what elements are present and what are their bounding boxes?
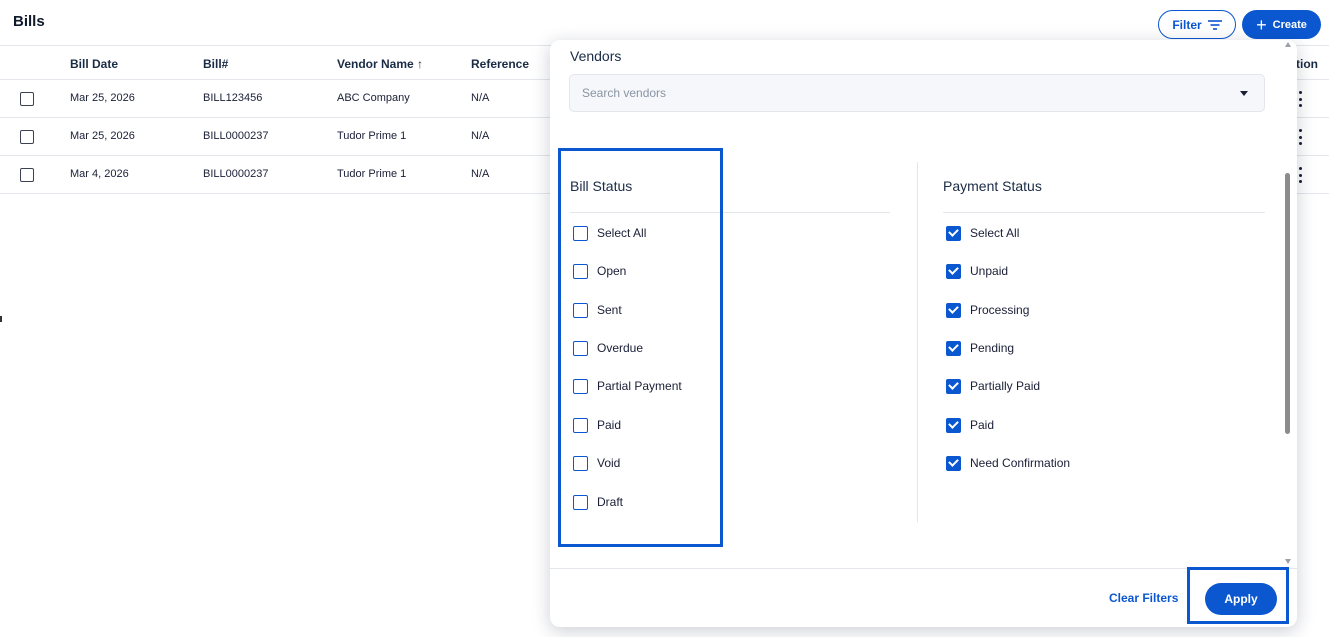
column-header-action: tion <box>1296 57 1318 71</box>
bill-status-option[interactable]: Sent <box>573 301 622 319</box>
payment-status-option[interactable]: Need Confirmation <box>946 454 1070 472</box>
more-actions-icon[interactable] <box>1296 167 1304 183</box>
vendor-name-cell: ABC Company <box>337 92 410 104</box>
option-label: Select All <box>970 226 1020 240</box>
vendor-name-cell: Tudor Prime 1 <box>337 130 407 142</box>
checkbox[interactable] <box>573 378 588 394</box>
bill-status-option[interactable]: Paid <box>573 416 621 434</box>
row-checkbox[interactable] <box>20 92 34 106</box>
checkbox-checked[interactable] <box>946 340 961 356</box>
payment-status-option[interactable]: Unpaid <box>946 262 1008 280</box>
checkbox-checked[interactable] <box>946 263 961 279</box>
checkbox[interactable] <box>573 302 588 318</box>
create-button-label: Create <box>1272 18 1307 31</box>
scroll-down-arrow-icon[interactable] <box>1285 559 1291 564</box>
panel-scrollbar[interactable] <box>1283 40 1293 568</box>
clear-filters-link[interactable]: Clear Filters <box>1109 591 1178 605</box>
checkbox[interactable] <box>573 263 588 279</box>
bill-status-option[interactable]: Void <box>573 454 620 472</box>
option-label: Need Confirmation <box>970 456 1071 470</box>
checkbox[interactable] <box>573 340 588 356</box>
checkbox-checked[interactable] <box>946 378 961 394</box>
option-label: Overdue <box>597 341 644 355</box>
bill-status-option[interactable]: Partial Payment <box>573 377 682 395</box>
more-actions-icon[interactable] <box>1296 129 1304 145</box>
divider <box>570 212 890 213</box>
bill-number-cell: BILL0000237 <box>203 168 269 180</box>
option-label: Partial Payment <box>597 379 682 393</box>
checkbox[interactable] <box>573 417 588 433</box>
checkbox[interactable] <box>573 455 588 471</box>
panel-footer: Clear Filters Apply <box>550 568 1297 627</box>
option-label: Select All <box>597 226 647 240</box>
filter-icon <box>1207 19 1222 30</box>
bill-status-option[interactable]: Draft <box>573 493 623 511</box>
option-label: Sent <box>597 303 622 317</box>
apply-button[interactable]: Apply <box>1205 583 1277 615</box>
option-label: Unpaid <box>970 264 1009 278</box>
reference-cell: N/A <box>471 168 490 180</box>
checkbox-checked[interactable] <box>946 225 961 241</box>
column-header-bill-number[interactable]: Bill# <box>203 57 228 71</box>
reference-cell: N/A <box>471 130 490 142</box>
option-label: Paid <box>970 418 995 432</box>
filter-panel: Vendors Bill Status Select All Open Sent… <box>550 40 1297 627</box>
option-label: Draft <box>597 495 624 509</box>
bill-number-cell: BILL123456 <box>203 92 263 104</box>
payment-status-option[interactable]: Select All <box>946 224 1019 242</box>
payment-status-heading: Payment Status <box>943 178 1042 194</box>
filter-button-label: Filter <box>1172 17 1202 32</box>
bill-status-option[interactable]: Overdue <box>573 339 643 357</box>
payment-status-option[interactable]: Pending <box>946 339 1014 357</box>
vendor-search-dropdown[interactable] <box>569 74 1265 112</box>
row-checkbox[interactable] <box>20 130 34 144</box>
vendor-name-cell: Tudor Prime 1 <box>337 168 407 180</box>
more-actions-icon[interactable] <box>1296 91 1304 107</box>
checkbox-checked[interactable] <box>946 455 961 471</box>
column-divider <box>917 162 918 522</box>
reference-cell: N/A <box>471 92 490 104</box>
column-header-vendor-name[interactable]: Vendor Name ↑ <box>337 57 423 71</box>
option-label: Processing <box>970 303 1030 317</box>
column-header-reference[interactable]: Reference <box>471 57 529 71</box>
bill-status-option[interactable]: Select All <box>573 224 646 242</box>
payment-status-option[interactable]: Processing <box>946 301 1029 319</box>
option-label: Partially Paid <box>970 379 1041 393</box>
row-checkbox[interactable] <box>20 168 34 182</box>
bill-date-cell: Mar 25, 2026 <box>70 92 135 104</box>
option-label: Pending <box>970 341 1015 355</box>
option-label: Void <box>597 456 621 470</box>
column-header-bill-date[interactable]: Bill Date <box>70 57 118 71</box>
scroll-up-arrow-icon[interactable] <box>1285 42 1291 47</box>
divider <box>943 212 1265 213</box>
vendor-search-input[interactable] <box>570 75 1210 111</box>
checkbox-checked[interactable] <box>946 302 961 318</box>
checkbox-checked[interactable] <box>946 417 961 433</box>
option-label: Paid <box>597 418 622 432</box>
checkbox[interactable] <box>573 225 588 241</box>
filter-button[interactable]: Filter <box>1158 10 1236 39</box>
plus-icon: + <box>1256 14 1267 35</box>
payment-status-option[interactable]: Paid <box>946 416 994 434</box>
checkbox[interactable] <box>573 494 588 510</box>
page-title: Bills <box>13 13 45 30</box>
bill-date-cell: Mar 25, 2026 <box>70 130 135 142</box>
payment-status-option[interactable]: Partially Paid <box>946 377 1040 395</box>
caret-down-icon[interactable] <box>1240 91 1248 96</box>
bill-number-cell: BILL0000237 <box>203 130 269 142</box>
bill-status-heading: Bill Status <box>570 178 633 194</box>
bill-date-cell: Mar 4, 2026 <box>70 168 129 180</box>
bill-status-option[interactable]: Open <box>573 262 626 280</box>
edge-divider <box>0 316 2 322</box>
option-label: Open <box>597 264 627 278</box>
scrollbar-thumb[interactable] <box>1285 173 1290 434</box>
create-button[interactable]: + Create <box>1242 10 1321 39</box>
vendors-label: Vendors <box>570 48 622 64</box>
